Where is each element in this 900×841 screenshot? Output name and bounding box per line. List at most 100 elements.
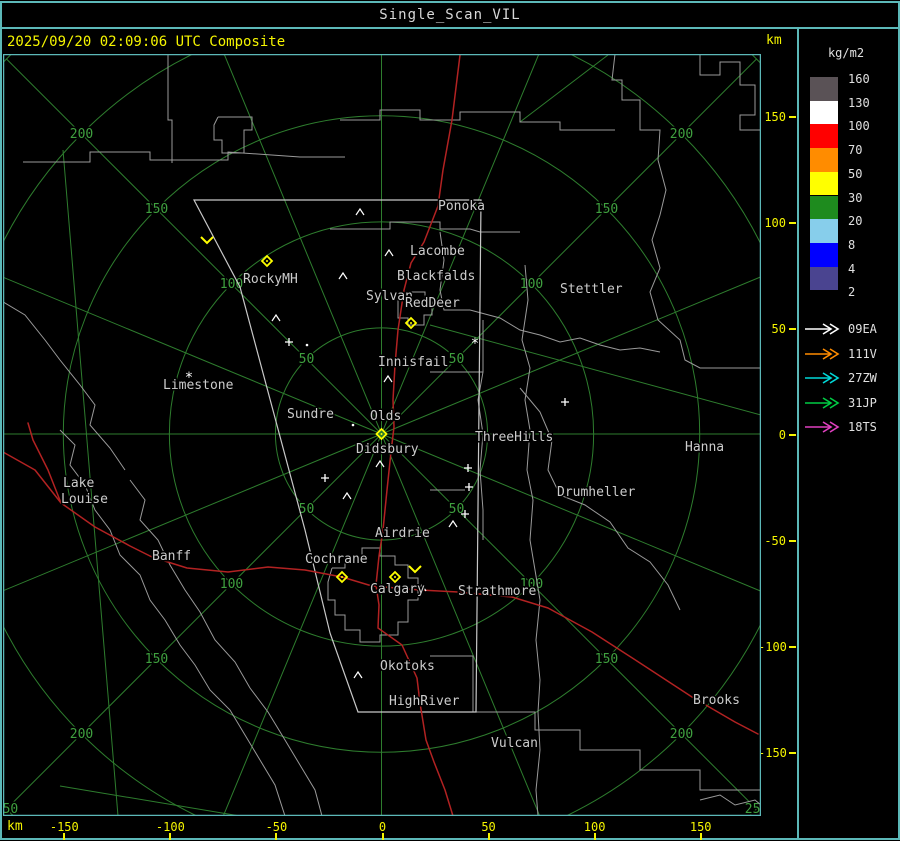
town-label: Blackfalds bbox=[397, 269, 475, 284]
range-ring-label: 100 bbox=[520, 277, 543, 292]
town-label: Vulcan bbox=[491, 736, 538, 751]
colorbar-threshold-label: 160 bbox=[848, 72, 870, 86]
colorbar-swatch bbox=[810, 77, 838, 101]
town-label: Drumheller bbox=[557, 485, 635, 500]
right-axis-tick-label: 50 bbox=[771, 321, 786, 336]
range-ring-label: 100 bbox=[220, 577, 243, 592]
azimuth-spoke bbox=[381, 433, 760, 592]
colorbar-threshold-label: 4 bbox=[848, 261, 856, 276]
storm-motion-arrow bbox=[408, 565, 422, 574]
obs-caret-marker bbox=[383, 374, 393, 383]
colorbar-swatch bbox=[810, 219, 838, 243]
azimuth-spoke bbox=[223, 433, 382, 815]
bottom-axis-tick bbox=[275, 833, 278, 840]
radar-viewer-window: Single_Scan_VIL 2025/09/20 02:09:06 UTC … bbox=[0, 0, 900, 841]
highway bbox=[27, 422, 62, 504]
range-ring-label: 150 bbox=[145, 202, 168, 217]
town-label: Ponoka bbox=[438, 199, 485, 214]
window-bottom-border bbox=[0, 838, 900, 840]
county-boundary bbox=[476, 711, 760, 791]
right-axis-tick-label: 0 bbox=[778, 428, 786, 442]
colorbar-swatch bbox=[810, 195, 838, 220]
graticule-line bbox=[59, 785, 238, 815]
site-arrow-icon bbox=[805, 397, 840, 409]
county-boundary bbox=[23, 151, 345, 163]
obs-dot-marker bbox=[351, 423, 355, 427]
town-label: Banff bbox=[152, 549, 191, 564]
colorbar-swatch bbox=[810, 171, 838, 196]
town-label: HighRiver bbox=[389, 694, 460, 709]
bottom-axis-tick bbox=[487, 833, 490, 840]
obs-plus-marker bbox=[561, 398, 569, 406]
town-label: ThreeHills bbox=[475, 430, 553, 445]
right-axis-tick bbox=[789, 221, 796, 224]
obs-caret-marker bbox=[271, 313, 281, 322]
range-ring-label: 50 bbox=[449, 502, 465, 517]
range-ring-label: 200 bbox=[70, 727, 93, 742]
right-axis-tick-label: -100 bbox=[758, 640, 787, 655]
azimuth-spoke bbox=[381, 276, 760, 435]
azimuth-spoke bbox=[4, 433, 382, 591]
right-axis-tick bbox=[789, 115, 796, 118]
right-axis-tick bbox=[789, 752, 796, 755]
town-label: Stettler bbox=[560, 282, 623, 297]
town-label: Olds bbox=[370, 409, 401, 424]
radar-site-center-dot bbox=[394, 576, 396, 578]
town-label: Didsbury bbox=[356, 442, 419, 457]
azimuth-spoke bbox=[223, 55, 382, 435]
county-boundary bbox=[167, 55, 173, 163]
colorbar-swatch bbox=[810, 124, 838, 149]
county-boundary bbox=[521, 264, 541, 815]
range-ring-label: 50 bbox=[299, 352, 315, 367]
colorbar-threshold-label: 8 bbox=[848, 237, 856, 252]
colorbar-unit-label: kg/m2 bbox=[827, 46, 865, 60]
bottom-axis-tick-label: 0 bbox=[378, 820, 387, 834]
town-label: Sundre bbox=[287, 407, 334, 422]
range-ring-label: 250 bbox=[3, 802, 18, 816]
range-ring-label: 250 bbox=[745, 802, 761, 816]
obs-caret-marker bbox=[342, 491, 352, 500]
right-axis-tick-label: 100 bbox=[764, 215, 786, 230]
range-ring-label: 200 bbox=[670, 127, 693, 142]
colorbar-swatch bbox=[810, 148, 838, 172]
bottom-axis-tick-label: 100 bbox=[583, 820, 606, 834]
colorbar-threshold-label: 50 bbox=[848, 166, 863, 181]
town-label: Limestone bbox=[163, 378, 234, 393]
bottom-axis-tick bbox=[593, 833, 596, 840]
radar-site-center-dot bbox=[341, 576, 343, 578]
colorbar-swatch bbox=[810, 242, 838, 267]
bottom-axis-tick-label: -100 bbox=[155, 820, 185, 834]
county-boundary bbox=[699, 55, 760, 131]
range-ring-label: 200 bbox=[70, 127, 93, 142]
obs-dot-marker bbox=[305, 343, 309, 347]
range-ring-label: 150 bbox=[145, 652, 168, 667]
bottom-axis-unit-label: km bbox=[7, 819, 23, 834]
azimuth-spoke bbox=[381, 433, 540, 815]
right-axis-unit-label: km bbox=[766, 33, 782, 48]
obs-caret-marker bbox=[448, 519, 458, 528]
right-axis-tick bbox=[789, 327, 796, 330]
colorbar-threshold-label: 130 bbox=[848, 95, 870, 110]
right-axis-tick bbox=[789, 540, 796, 543]
bottom-axis-tick bbox=[699, 833, 702, 840]
site-id-label: 31JP bbox=[848, 395, 877, 410]
range-ring-label: 150 bbox=[595, 652, 618, 667]
right-axis-tick-label: -150 bbox=[758, 746, 787, 761]
colorbar-swatch bbox=[810, 266, 838, 291]
right-axis-tick bbox=[789, 646, 796, 649]
bottom-axis-tick-label: -50 bbox=[265, 820, 288, 834]
town-label: Hanna bbox=[685, 440, 724, 455]
scan-timestamp: 2025/09/20 02:09:06 UTC Composite bbox=[7, 34, 286, 50]
radar-map-canvas[interactable]: 50 5050 50100 100100 100150 150150 150200 20020… bbox=[3, 54, 761, 816]
range-ring-label: 50 bbox=[449, 352, 465, 367]
map-layers: 50 5050 50100 100100 100150 150150 150200 20020… bbox=[3, 55, 761, 816]
obs-caret-marker bbox=[353, 670, 363, 679]
bottom-axis-tick-label: 50 bbox=[481, 820, 496, 834]
town-label: Cochrane bbox=[305, 552, 368, 567]
radar-site-center-dot bbox=[410, 322, 412, 324]
range-ring-label: 200 bbox=[670, 727, 693, 742]
town-label: Lake bbox=[63, 476, 94, 491]
graticule-line bbox=[519, 55, 609, 123]
obs-caret-marker bbox=[384, 248, 394, 257]
town-label: Lacombe bbox=[410, 244, 465, 259]
